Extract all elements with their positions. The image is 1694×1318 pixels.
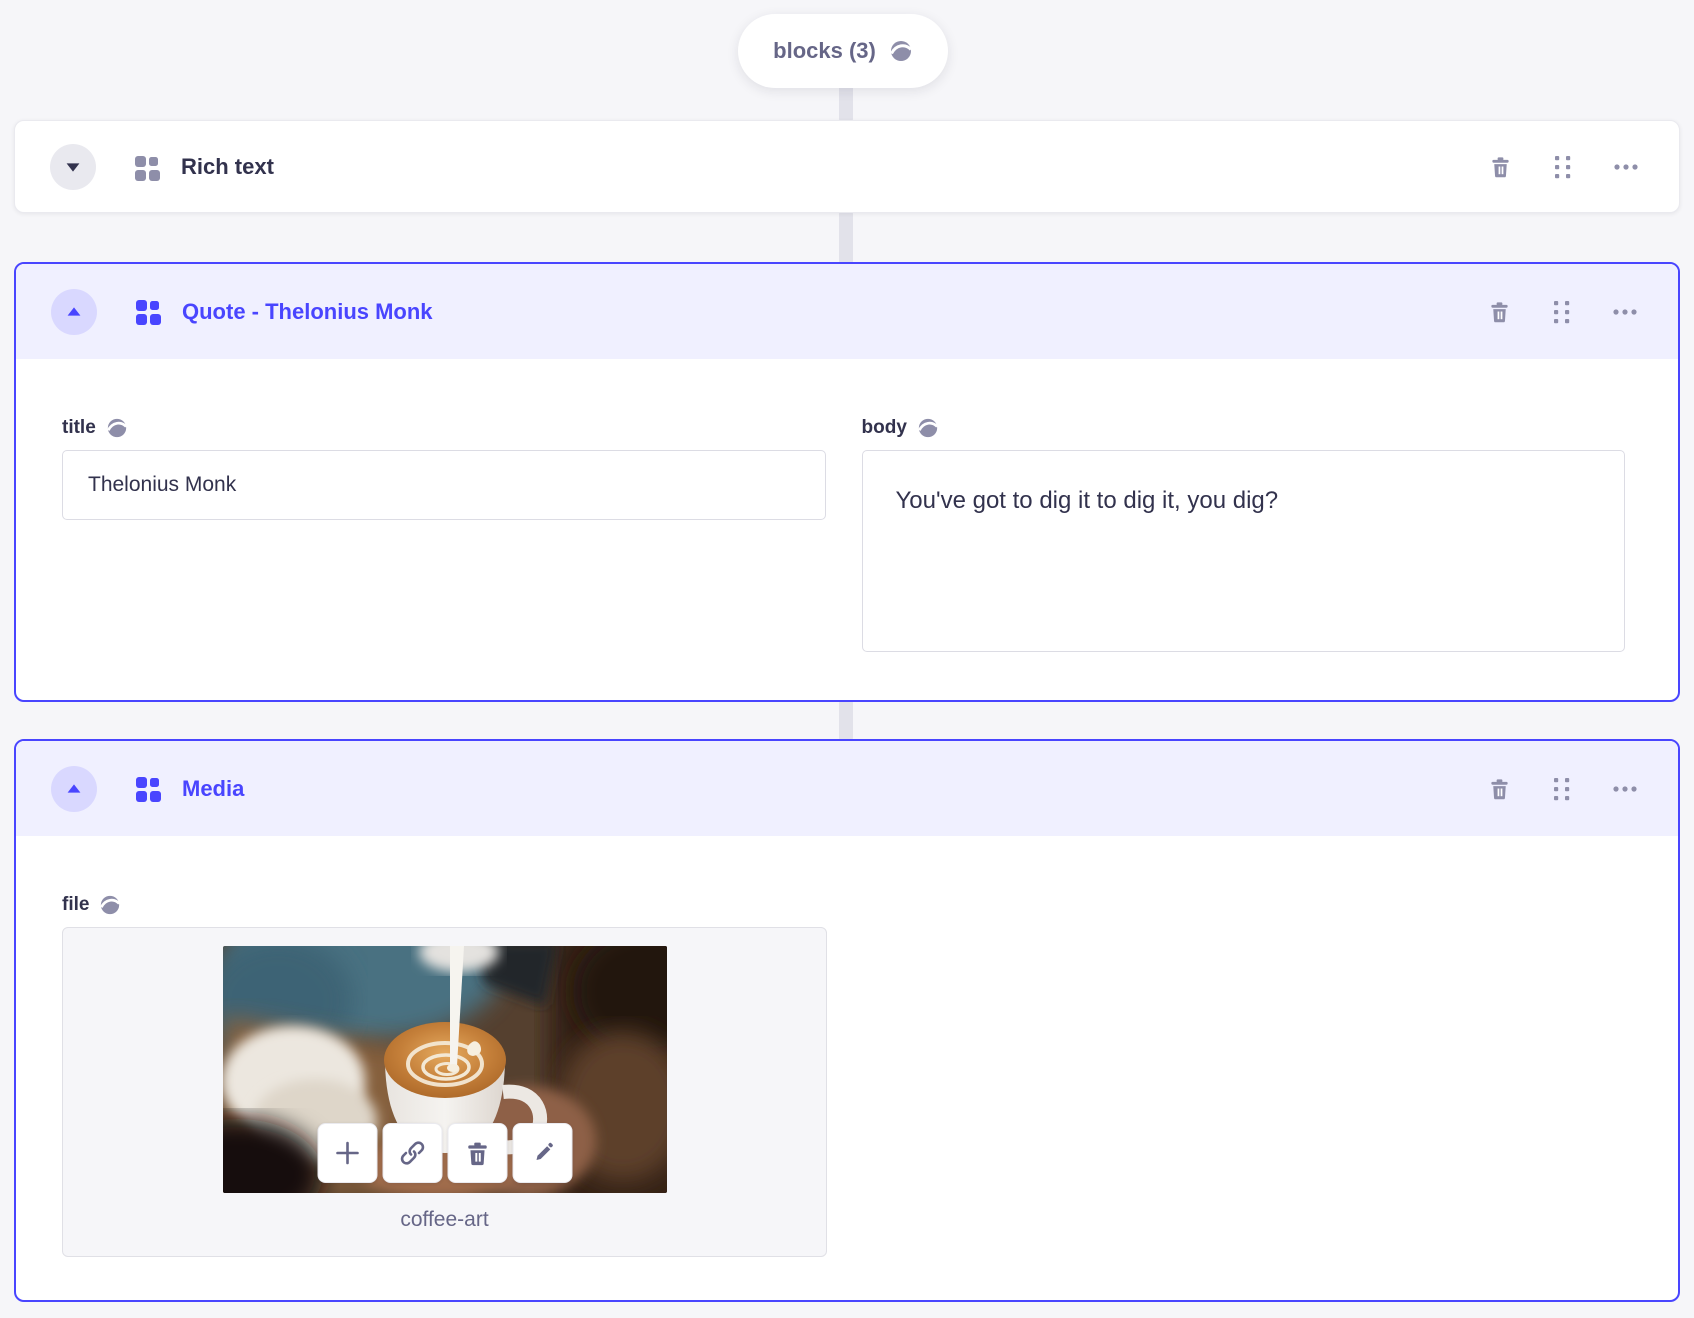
expand-toggle-button[interactable] (50, 144, 96, 190)
add-media-button[interactable] (317, 1123, 377, 1183)
collapse-toggle-button[interactable] (51, 765, 97, 812)
drag-handle-icon (1554, 300, 1570, 323)
field-label-text: file (62, 894, 90, 915)
drag-handle-icon (1555, 156, 1571, 179)
globe-icon (106, 418, 127, 438)
field-label: file (62, 894, 1625, 916)
trash-icon (467, 1142, 487, 1165)
edit-media-button[interactable] (512, 1123, 572, 1183)
media-file-card: coffee-art (62, 927, 827, 1257)
chevron-up-icon (67, 306, 81, 316)
globe-icon (917, 418, 939, 438)
connector-line (839, 211, 853, 264)
media-actions-toolbar (317, 1123, 572, 1183)
chevron-down-icon (66, 163, 80, 172)
more-options-button[interactable] (1612, 299, 1638, 325)
field-file: file coffee-art (62, 894, 1625, 1257)
component-grid-icon (133, 154, 160, 181)
drag-handle[interactable] (1549, 776, 1575, 802)
block-rich-text: Rich text (14, 120, 1680, 213)
link-icon (400, 1141, 424, 1165)
more-horizontal-icon (1613, 785, 1637, 792)
blocks-count-label: blocks (3) (773, 38, 876, 63)
block-fields: file coffee-art (16, 836, 1678, 1257)
block-title: Rich text (181, 154, 274, 179)
component-grid-icon (134, 775, 161, 802)
plus-icon (335, 1141, 359, 1165)
pencil-icon (536, 1142, 553, 1160)
field-label-text: body (861, 417, 907, 438)
blocks-editor-page: { "pill": { "label": "blocks (3)" }, "bl… (0, 0, 1694, 1318)
block-actions (1486, 299, 1638, 325)
block-fields: title body You've got to dig it to dig i… (16, 359, 1678, 657)
block-header: Rich text (15, 121, 1679, 213)
block-title: Quote - Thelonius Monk (182, 298, 433, 324)
drag-handle-icon (1554, 777, 1570, 800)
block-actions (1487, 154, 1639, 180)
drag-handle[interactable] (1550, 154, 1576, 180)
drag-handle[interactable] (1549, 299, 1575, 325)
title-input[interactable] (62, 450, 826, 520)
block-actions (1486, 776, 1638, 802)
field-title: title (62, 417, 826, 657)
field-label: title (62, 417, 826, 439)
component-grid-icon (134, 298, 161, 325)
delete-block-button[interactable] (1486, 776, 1512, 802)
more-horizontal-icon (1613, 308, 1637, 315)
delete-media-button[interactable] (447, 1123, 507, 1183)
more-options-button[interactable] (1612, 776, 1638, 802)
field-label-text: title (62, 417, 96, 438)
block-title: Media (182, 775, 245, 801)
blocks-count-pill[interactable]: blocks (3) (738, 14, 948, 88)
globe-icon (100, 895, 121, 915)
connector-line (839, 700, 853, 741)
copy-link-button[interactable] (382, 1123, 442, 1183)
trash-icon (1491, 157, 1509, 178)
media-file-name: coffee-art (400, 1208, 489, 1231)
field-body: body You've got to dig it to dig it, you… (861, 417, 1626, 657)
block-header: Media (16, 741, 1678, 836)
field-label: body (862, 417, 1626, 439)
collapse-toggle-button[interactable] (51, 288, 97, 335)
trash-icon (1490, 301, 1508, 322)
block-media: Media file coffee-art (14, 739, 1680, 1302)
trash-icon (1490, 778, 1508, 799)
media-thumbnail (222, 946, 667, 1193)
delete-block-button[interactable] (1487, 154, 1513, 180)
block-header: Quote - Thelonius Monk (16, 264, 1678, 359)
chevron-up-icon (67, 783, 81, 793)
body-textarea[interactable]: You've got to dig it to dig it, you dig? (861, 450, 1625, 652)
more-horizontal-icon (1614, 164, 1638, 170)
delete-block-button[interactable] (1486, 299, 1512, 325)
globe-icon (890, 41, 912, 61)
more-options-button[interactable] (1613, 154, 1639, 180)
block-quote: Quote - Thelonius Monk title Thelonius M… (14, 262, 1680, 702)
